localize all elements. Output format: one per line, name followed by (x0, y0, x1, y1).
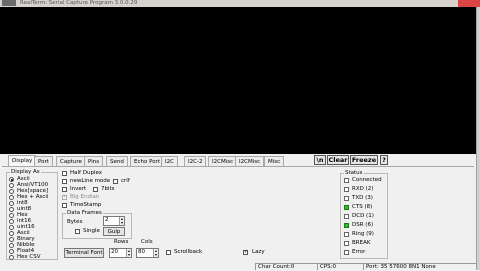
timestamp-label: TimeStamp (70, 202, 102, 208)
cols-label: Cols (141, 239, 153, 245)
display-as-radio[interactable] (9, 177, 14, 182)
display-as-title: Display As (10, 169, 41, 176)
tab-i2cmem[interactable]: I2CMisc (208, 156, 238, 166)
single-label: Single (83, 228, 100, 234)
tab-send[interactable]: Send (106, 156, 128, 166)
tab-display[interactable]: Display (8, 155, 37, 166)
vertical-scrollbar[interactable] (476, 7, 480, 270)
tab-i2c-2[interactable]: I2C-2 (184, 156, 207, 166)
cps-readout: CPS:0 (317, 263, 363, 270)
invert-checkbox[interactable] (62, 187, 67, 192)
invert-label: Invert (70, 186, 87, 192)
display-as-radio[interactable] (9, 213, 14, 218)
display-as-group: Display As Ascii Ansi/VT100 Hex[space] Hex … (6, 169, 58, 260)
half-duplex-checkbox[interactable] (62, 171, 67, 176)
lazy-checkbox[interactable] (243, 249, 248, 256)
rows-value: 20 (111, 249, 118, 255)
crlf-label: crlf (121, 178, 130, 184)
display-as-radio[interactable] (9, 255, 14, 260)
display-as-radio[interactable] (9, 225, 14, 230)
tab-i2cmisc[interactable]: I2CMisc (235, 156, 265, 166)
display-as-radio[interactable] (9, 237, 14, 242)
status-led (344, 250, 349, 255)
status-label: DCD (1) (352, 213, 374, 219)
display-as-radio[interactable] (9, 201, 14, 206)
half-duplex-label: Half Duplex (70, 170, 103, 176)
scrollback-checkbox[interactable] (166, 250, 171, 255)
single-checkbox[interactable] (75, 229, 80, 234)
data-frames-title: Data Frames (66, 210, 103, 217)
display-panel: Display As Ascii Ansi/VT100 Hex[space] Hex … (2, 166, 474, 270)
big-endian-label: Big Endian (70, 194, 100, 200)
tab-port[interactable]: Port (34, 156, 53, 166)
status-label: Connected (352, 177, 382, 183)
bytes-value: 2 (105, 217, 109, 223)
port-status: Port: 35 57600 8N1 None (363, 263, 476, 270)
status-led (344, 205, 349, 210)
display-as-radio[interactable] (9, 219, 14, 224)
status-led (344, 178, 349, 183)
display-as-radio[interactable] (9, 195, 14, 200)
status-label: RXD (2) (352, 186, 374, 192)
display-as-radio[interactable] (9, 249, 14, 254)
big-endian-checkbox[interactable] (62, 194, 67, 201)
status-label: DSR (6) (352, 222, 374, 228)
cols-spinbox[interactable]: 80 ▴ ▾ (136, 248, 159, 258)
newline-button[interactable]: \n (314, 155, 326, 165)
freeze-button[interactable]: Freeze (350, 155, 378, 165)
status-label: BREAK (352, 240, 371, 246)
lazy-label: Lazy (252, 249, 265, 255)
tab-capture[interactable]: Capture (56, 156, 86, 166)
display-as-radio[interactable] (9, 183, 14, 188)
newline-mode-label: newLine mode (70, 178, 111, 184)
status-led (344, 214, 349, 219)
display-as-radio[interactable] (9, 189, 14, 194)
rows-spinbox[interactable]: 20 ▴ ▾ (109, 248, 132, 258)
display-as-radio[interactable] (9, 207, 14, 212)
tab-misc[interactable]: Misc (264, 156, 285, 166)
scrollback-label: Scrollback (174, 249, 203, 255)
cols-spin-arrows[interactable]: ▴ ▾ (153, 249, 158, 257)
help-button[interactable]: ? (380, 155, 388, 165)
bytes-spinbox[interactable]: 2 ▴ ▾ (103, 216, 125, 226)
status-led (344, 196, 349, 201)
display-as-radio[interactable] (9, 243, 14, 248)
title-bar: RealTerm: Serial Capture Program 3.0.0.2… (0, 0, 480, 7)
status-group: Status Connected RXD (2) TXD (3) CTS (8) DCD… (340, 170, 388, 259)
status-led (344, 187, 349, 192)
tab-i2c[interactable]: I2C (161, 156, 178, 166)
status-label: CTS (8) (352, 204, 373, 210)
crlf-checkbox[interactable] (113, 179, 118, 184)
bytes-label: Bytes (67, 219, 83, 225)
timestamp-checkbox[interactable] (62, 203, 67, 208)
terminal-font-button[interactable]: Terminal Font (64, 248, 104, 258)
7bits-label: 7bits (101, 186, 115, 192)
rows-spin-arrows[interactable]: ▴ ▾ (126, 249, 131, 257)
display-as-radio[interactable] (9, 231, 14, 236)
status-label: TXD (3) (352, 195, 373, 201)
window-title: RealTerm: Serial Capture Program 3.0.0.2… (20, 0, 138, 6)
bytes-spin-arrows[interactable]: ▴ ▾ (119, 217, 124, 225)
status-led (344, 241, 349, 246)
close-button[interactable] (458, 0, 480, 7)
status-label: Ring (9) (352, 231, 374, 237)
status-label: Error (352, 249, 366, 255)
tab-strip: Display Port Capture Pins Send Echo Port… (0, 155, 480, 166)
status-led (344, 232, 349, 237)
status-title: Status (344, 170, 364, 177)
rows-label: Rows (114, 239, 129, 245)
newline-mode-checkbox[interactable] (62, 179, 67, 184)
terminal-display[interactable] (0, 7, 480, 154)
char-count: Char Count:0 (255, 263, 317, 270)
data-frames-group: Data Frames Bytes 2 ▴ ▾ Single Gulp (62, 210, 132, 239)
display-as-option-label: Hex CSV (17, 254, 41, 260)
clear-button[interactable]: Clear (327, 155, 349, 165)
gulp-button[interactable]: Gulp (103, 227, 125, 236)
tab-pins[interactable]: Pins (84, 156, 104, 166)
tab-echo-port[interactable]: Echo Port (130, 156, 165, 166)
status-led (344, 223, 349, 228)
app-icon (2, 0, 16, 6)
cols-value: 80 (138, 249, 145, 255)
7bits-checkbox[interactable] (93, 187, 98, 192)
